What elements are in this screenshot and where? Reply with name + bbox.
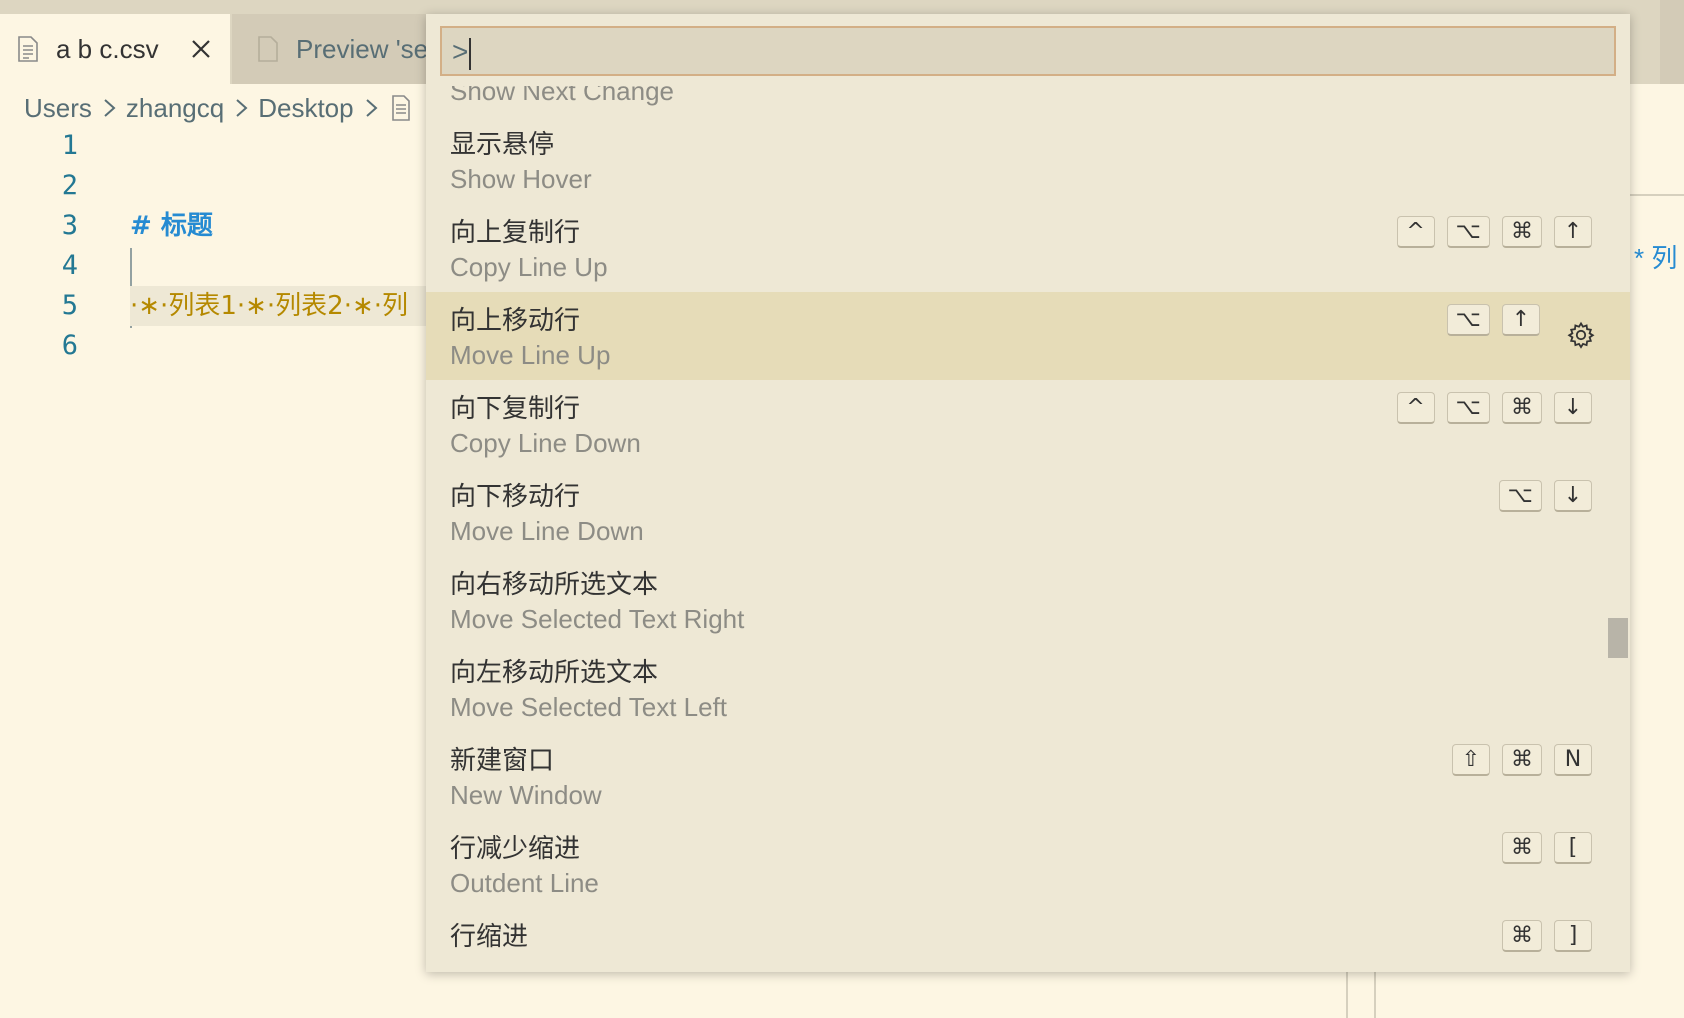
key-cap: [ [1554,832,1592,864]
key-cap: ⌘ [1502,392,1542,424]
preview-divider [1630,194,1684,196]
input-value: > [452,36,469,67]
command-palette-input[interactable]: > [440,26,1616,76]
command-label: 向上移动行 [450,305,581,335]
command-item-show-next-change[interactable]: Show Next Change [426,86,1630,116]
command-label: 显示悬停 [450,129,555,159]
command-item-move-line-down[interactable]: 向下移动行 Move Line Down ⌥ ↓ [426,468,1630,556]
key-cap: ^ [1396,216,1435,248]
code-line-heading[interactable]: # 标题 [130,206,430,246]
scrollbar-thumb[interactable] [1608,618,1628,658]
tab-title: Preview 'se [296,33,429,64]
key-cap: ⇧ [1452,744,1490,776]
key-cap: ⌘ [1502,744,1542,776]
keybinding: ⌥ ↓ [1487,480,1592,512]
command-label: 新建窗口 [450,745,555,775]
code-line[interactable] [130,166,430,206]
breadcrumb-users[interactable]: Users [24,93,92,124]
command-detail: Copy Line Down [450,428,641,458]
keybinding: ⌥ ↑ [1435,304,1540,336]
chevron-right-icon [104,99,116,117]
line-number: 2 [61,170,78,201]
code-area[interactable]: # 标题 ·∗·列表1·∗·列表2·∗·列 [130,126,430,366]
key-cap: ^ [1396,392,1435,424]
command-item-move-selected-text-right[interactable]: 向右移动所选文本 Move Selected Text Right [426,556,1630,644]
command-palette: > Show Next Change 显示悬停 Show Hover 向上复制行… [426,14,1630,972]
key-cap: ↓ [1554,480,1592,512]
key-cap: ⌥ [1446,392,1490,424]
command-item-new-window[interactable]: 新建窗口 New Window ⇧ ⌘ N [426,732,1630,820]
code-line[interactable] [130,246,430,286]
command-label: 向下复制行 [450,393,581,423]
command-detail: Move Line Down [450,516,644,546]
key-cap: ↓ [1554,392,1592,424]
command-item-show-hover[interactable]: 显示悬停 Show Hover [426,116,1630,204]
breadcrumb-desktop[interactable]: Desktop [258,93,353,124]
line-number-gutter: 1 2 3 4 5 6 [0,126,90,366]
close-icon[interactable] [188,36,214,62]
preview-panel [1630,84,1684,1018]
file-icon [18,36,38,62]
key-cap: ⌘ [1502,920,1542,952]
code-line[interactable] [130,126,430,166]
file-icon [258,36,278,62]
keybinding: ⌘ ] [1490,920,1592,952]
command-detail: Show Next Change [450,86,675,106]
key-cap: ] [1554,920,1592,952]
line-number: 3 [61,210,78,241]
line-number: 1 [61,130,78,161]
command-item-indent-line[interactable]: 行缩进 ⌘ ] [426,908,1630,972]
tab-abc-csv[interactable]: a b c.csv [0,14,230,84]
command-label: 向下移动行 [450,481,581,511]
chevron-right-icon [236,99,248,117]
command-detail: Outdent Line [450,868,599,898]
key-cap: N [1554,744,1592,776]
command-detail: Move Selected Text Left [450,692,728,722]
key-cap: ⌥ [1446,216,1490,248]
command-detail: Move Line Up [450,340,611,370]
command-list: Show Next Change 显示悬停 Show Hover 向上复制行 C… [426,86,1630,972]
chevron-right-icon [365,99,378,117]
command-detail: New Window [450,780,602,810]
command-item-move-line-up[interactable]: 向上移动行 Move Line Up ⌥ ↑ [426,292,1630,380]
command-item-copy-line-up[interactable]: 向上复制行 Copy Line Up ^ ⌥ ⌘ ↑ [426,204,1630,292]
gear-icon[interactable] [1566,320,1596,350]
keybinding: ⌘ [ [1490,832,1592,864]
command-label: 向右移动所选文本 [450,569,659,599]
code-line-list[interactable]: ·∗·列表1·∗·列表2·∗·列 [130,286,430,326]
command-detail: Move Selected Text Right [450,604,745,634]
tab-preview[interactable]: Preview 'se [232,14,442,84]
keybinding: ^ ⌥ ⌘ ↓ [1385,392,1592,424]
text-caret [469,37,472,70]
key-cap: ↑ [1502,304,1540,336]
command-item-copy-line-down[interactable]: 向下复制行 Copy Line Down ^ ⌥ ⌘ ↓ [426,380,1630,468]
breadcrumb-zhangcq[interactable]: zhangcq [126,93,224,124]
key-cap: ⌥ [1498,480,1542,512]
command-label: 向上复制行 [450,217,581,247]
key-cap: ⌥ [1446,304,1490,336]
tab-bar-end [1660,0,1684,84]
line-number: 6 [61,330,78,361]
key-cap: ↑ [1554,216,1592,248]
line-number: 4 [61,250,78,281]
key-cap: ⌘ [1502,216,1542,248]
command-label: 行缩进 [450,921,529,951]
command-label: 向左移动所选文本 [450,657,659,687]
breadcrumb: Users zhangcq Desktop [24,88,412,128]
preview-text: * 列 [1634,243,1678,273]
tab-title: a b c.csv [56,33,159,64]
command-label: 行减少缩进 [450,833,581,863]
keybinding: ⇧ ⌘ N [1440,744,1592,776]
keybinding: ^ ⌥ ⌘ ↑ [1385,216,1592,248]
file-icon[interactable] [390,94,412,122]
key-cap: ⌘ [1502,832,1542,864]
line-number: 5 [61,290,78,321]
command-detail: Show Hover [450,164,592,194]
command-item-outdent-line[interactable]: 行减少缩进 Outdent Line ⌘ [ [426,820,1630,908]
code-line[interactable] [130,326,430,366]
command-item-move-selected-text-left[interactable]: 向左移动所选文本 Move Selected Text Left [426,644,1630,732]
command-detail: Copy Line Up [450,252,608,282]
